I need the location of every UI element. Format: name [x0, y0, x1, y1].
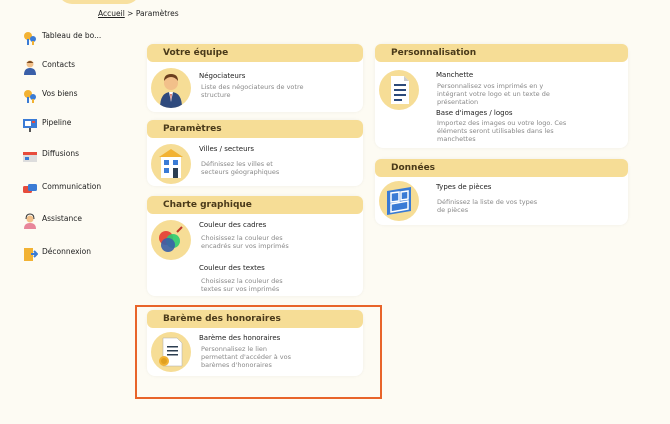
item-title-banner[interactable]: Manchette: [436, 71, 473, 79]
item-desc-frame-color: Choisissez la couleur des encadrés sur v…: [201, 234, 289, 250]
sidebar-item-diffusions[interactable]: Diffusions: [22, 148, 79, 164]
sidebar-item-pipeline[interactable]: Pipeline: [22, 117, 71, 133]
negotiator-icon: [151, 68, 191, 108]
dashboard-icon: [22, 30, 38, 46]
pipeline-icon: [22, 117, 38, 133]
sidebar-item-label: Diffusions: [42, 149, 80, 158]
logout-icon: [22, 246, 39, 262]
item-title-image-base[interactable]: Base d'images / logos: [436, 109, 513, 117]
sidebar: Tableau de bo... Contacts Vos biens Pipe…: [0, 0, 130, 424]
item-title-room-types[interactable]: Types de pièces: [436, 183, 491, 191]
item-title-negotiators[interactable]: Négociateurs: [199, 72, 245, 80]
section-title-donnees: Données: [375, 159, 628, 177]
highlight-box: [135, 305, 382, 399]
sidebar-item-logout[interactable]: Déconnexion: [22, 246, 91, 262]
city-icon: [151, 144, 191, 184]
communication-icon: [22, 181, 38, 197]
item-title-frame-color[interactable]: Couleur des cadres: [199, 221, 266, 229]
sidebar-item-label: Vos biens: [42, 89, 78, 98]
item-desc-banner: Personnalisez vos imprimés en y intégran…: [437, 82, 550, 106]
section-title-parametres: Paramètres: [147, 120, 363, 138]
section-title-equipe: Votre équipe: [147, 44, 363, 62]
sidebar-item-contacts[interactable]: Contacts: [22, 59, 75, 75]
sidebar-item-label: Tableau de bo...: [42, 31, 102, 40]
color-palette-icon: [151, 220, 191, 260]
assistance-icon: [22, 213, 38, 229]
sidebar-item-label: Assistance: [42, 214, 82, 223]
sidebar-item-label: Pipeline: [42, 118, 72, 127]
sidebar-item-label: Contacts: [42, 60, 76, 69]
sidebar-item-assistance[interactable]: Assistance: [22, 213, 82, 229]
sidebar-item-dashboard[interactable]: Tableau de bo...: [22, 30, 101, 46]
item-desc-image-base: Importez des images ou votre logo. Ces é…: [437, 119, 567, 143]
document-icon: [379, 70, 419, 110]
sidebar-item-communication[interactable]: Communication: [22, 181, 101, 197]
item-desc-text-color: Choisissez la couleur des textes sur vos…: [201, 277, 283, 293]
properties-icon: [22, 88, 38, 104]
sidebar-item-label: Déconnexion: [42, 247, 91, 256]
item-desc-negotiators: Liste des négociateurs de votre structur…: [201, 83, 304, 99]
contacts-icon: [22, 59, 38, 75]
floor-plan-icon: [379, 181, 419, 221]
breadcrumb-current: Paramètres: [135, 9, 179, 18]
section-title-charte: Charte graphique: [147, 196, 363, 214]
item-title-cities[interactable]: Villes / secteurs: [199, 145, 254, 153]
item-desc-room-types: Définissez la liste de vos types de pièc…: [437, 198, 538, 214]
sidebar-item-label: Communication: [42, 182, 102, 191]
item-title-text-color[interactable]: Couleur des textes: [199, 264, 265, 272]
diffusions-icon: [22, 148, 38, 164]
sidebar-item-properties[interactable]: Vos biens: [22, 88, 78, 104]
section-title-personnalisation: Personnalisation: [375, 44, 628, 62]
item-desc-cities: Définissez les villes et secteurs géogra…: [201, 160, 280, 176]
